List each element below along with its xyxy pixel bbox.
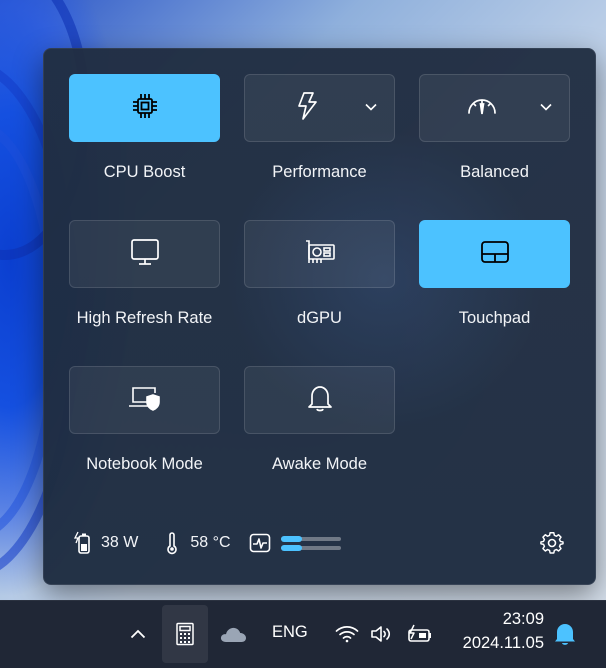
chevron-down-icon[interactable] xyxy=(364,100,378,114)
dgpu-label: dGPU xyxy=(297,309,342,327)
volume-speaker-icon[interactable] xyxy=(369,621,395,647)
performance-mode-button[interactable] xyxy=(244,74,395,142)
fan-level-bars xyxy=(280,535,341,551)
high-refresh-rate-label: High Refresh Rate xyxy=(76,309,213,327)
performance-label: Performance xyxy=(272,163,367,181)
power-readout: 38 W xyxy=(101,534,139,551)
clock-time: 23:09 xyxy=(502,610,544,628)
thermometer-icon xyxy=(162,531,182,555)
fan-level-bar xyxy=(280,535,341,542)
touchpad-icon xyxy=(480,240,510,269)
balanced-label: Balanced xyxy=(460,163,529,181)
battery-charging-icon xyxy=(73,531,93,555)
laptop-shield-icon xyxy=(128,384,162,417)
graphics-card-icon xyxy=(304,239,336,270)
gauge-icon xyxy=(466,95,498,122)
battery-charging-icon[interactable] xyxy=(404,621,434,647)
taskbar-clock[interactable]: 23:09 2024.11.05 xyxy=(463,607,544,655)
activity-monitor-icon xyxy=(249,531,271,555)
tray-app-calculator-icon[interactable] xyxy=(162,605,208,663)
chevron-down-icon[interactable] xyxy=(539,100,553,114)
awake-mode-label: Awake Mode xyxy=(271,455,368,473)
bell-icon xyxy=(307,383,333,418)
lightning-icon xyxy=(294,91,320,126)
fan-level-bar xyxy=(280,544,341,551)
settings-gear-icon[interactable] xyxy=(538,529,566,557)
cpu-chip-icon xyxy=(131,92,159,125)
quick-settings-flyout: CPU Boost Performance Balanced High Refr… xyxy=(43,48,596,585)
balanced-mode-button[interactable] xyxy=(419,74,570,142)
awake-mode-toggle[interactable] xyxy=(244,366,395,434)
clock-date: 2024.11.05 xyxy=(462,634,544,652)
show-hidden-icons-chevron-up-icon[interactable] xyxy=(126,621,150,647)
taskbar: ENG 23:09 2024.11.05 xyxy=(0,600,606,668)
input-language-indicator[interactable]: ENG xyxy=(272,623,308,642)
monitor-icon xyxy=(130,238,160,271)
wifi-icon[interactable] xyxy=(334,621,360,647)
onedrive-cloud-icon[interactable] xyxy=(218,621,248,647)
notification-bell-icon[interactable] xyxy=(552,621,578,647)
notebook-mode-label: Notebook Mode xyxy=(86,455,203,473)
temperature-readout: 58 °C xyxy=(190,534,231,551)
cpu-boost-label: CPU Boost xyxy=(103,163,186,181)
cpu-boost-toggle[interactable] xyxy=(69,74,220,142)
notebook-mode-toggle[interactable] xyxy=(69,366,220,434)
touchpad-toggle[interactable] xyxy=(419,220,570,288)
status-bar: 38 W 58 °C xyxy=(73,529,341,557)
dgpu-toggle[interactable] xyxy=(244,220,395,288)
high-refresh-rate-toggle[interactable] xyxy=(69,220,220,288)
touchpad-label: Touchpad xyxy=(458,309,531,327)
